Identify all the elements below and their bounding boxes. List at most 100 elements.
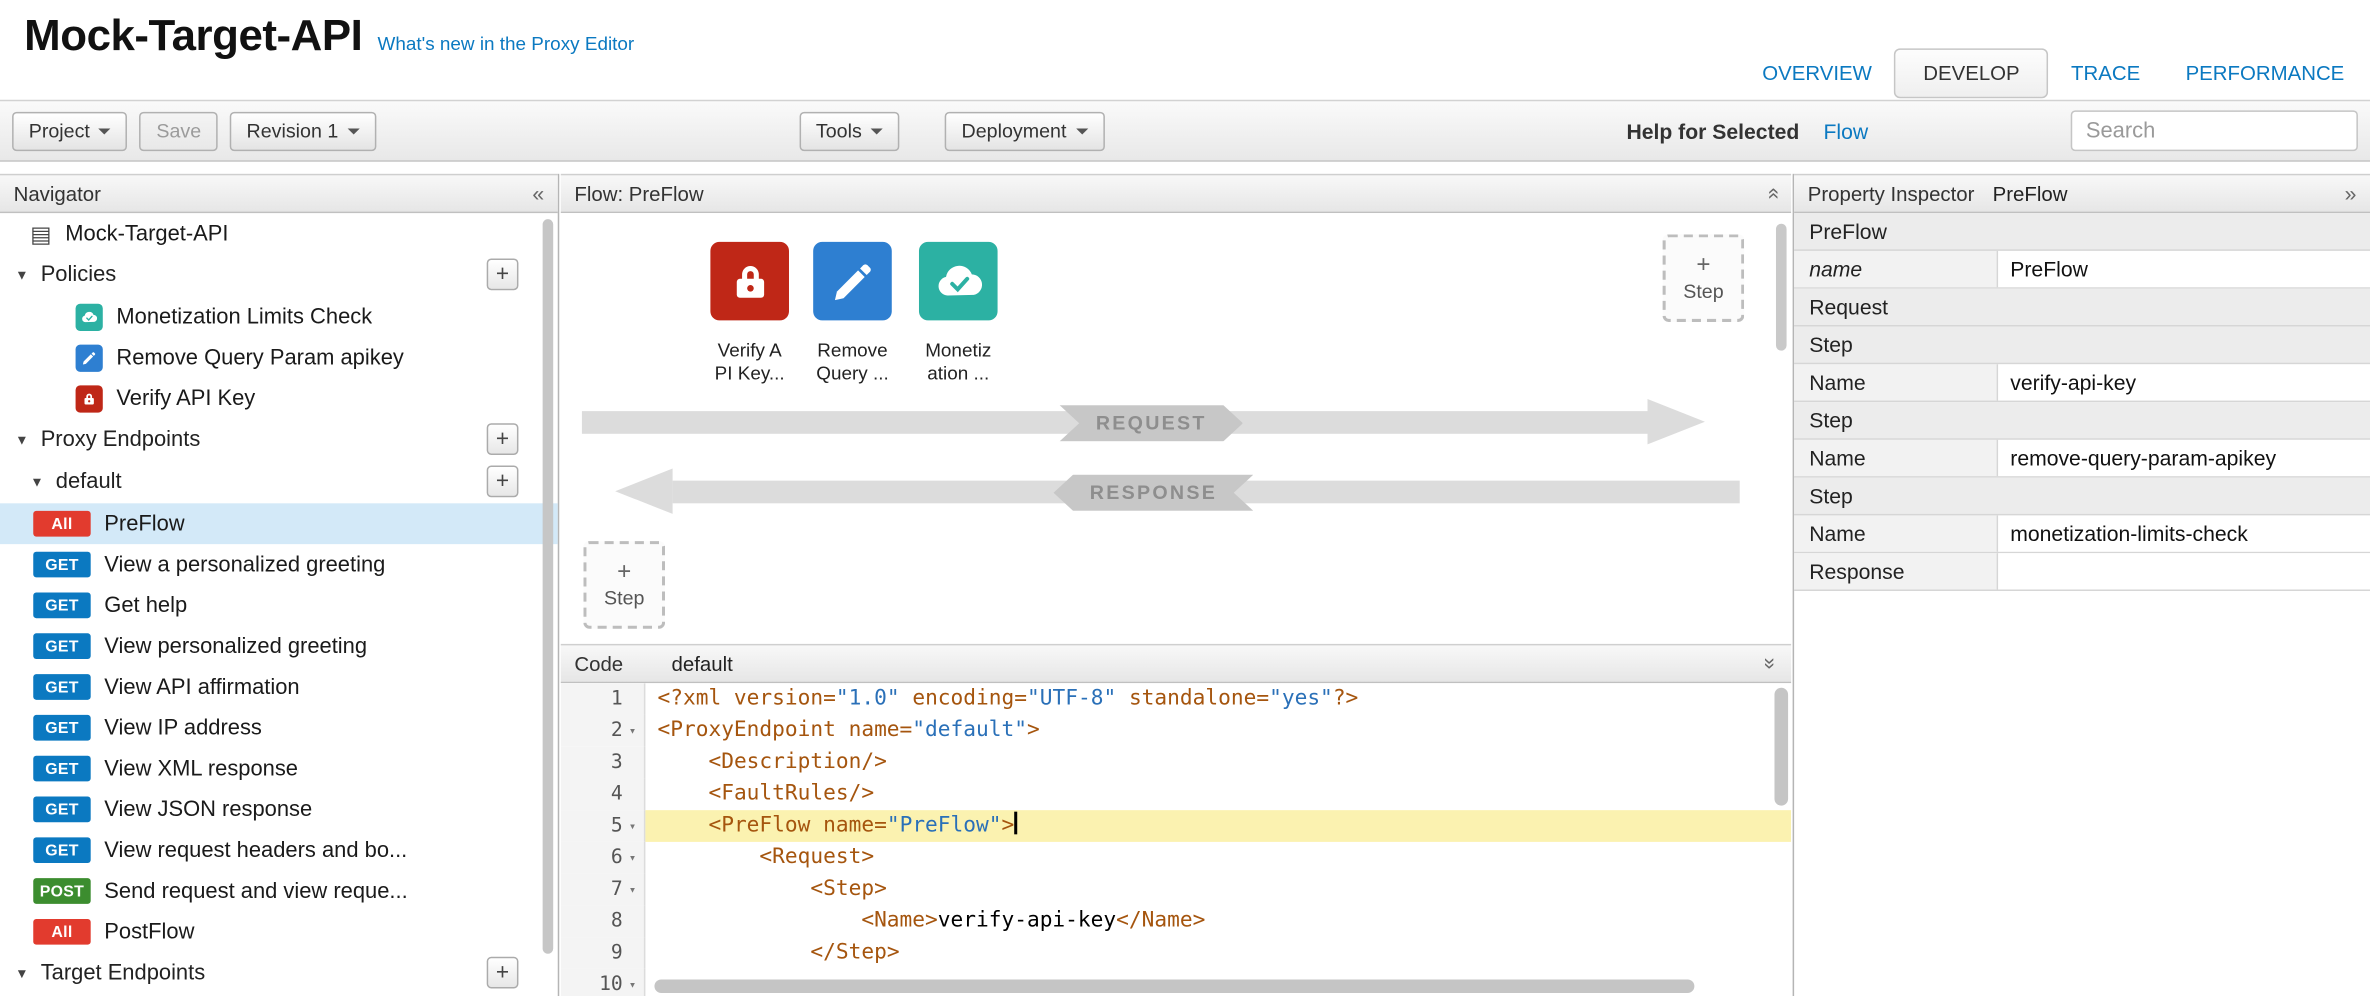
flow-policy-lock[interactable]: Verify API Key...: [692, 242, 807, 386]
text-cursor: [1014, 812, 1016, 835]
expand-code-icon[interactable]: »: [1761, 658, 1782, 670]
flow-scrollbar-thumb[interactable]: [1776, 224, 1787, 351]
code-line[interactable]: 9 </Step>: [561, 937, 1791, 969]
tools-button[interactable]: Tools: [799, 111, 899, 150]
tab-overview[interactable]: OVERVIEW: [1740, 50, 1895, 97]
project-button[interactable]: Project: [12, 111, 128, 150]
flow-item[interactable]: GETView IP address: [0, 707, 558, 748]
whats-new-link[interactable]: What's new in the Proxy Editor: [378, 33, 635, 54]
code-target-label[interactable]: default: [672, 652, 733, 675]
inspector-field-value[interactable]: PreFlow: [1998, 251, 2370, 287]
code-line[interactable]: 5▾ <PreFlow name="PreFlow">: [561, 810, 1791, 842]
inspector-field-label: Name: [1794, 364, 1998, 400]
flow-policy-pencil[interactable]: RemoveQuery ...: [795, 242, 910, 386]
flow-item[interactable]: AllPostFlow: [0, 911, 558, 952]
flow-item[interactable]: GETView a personalized greeting: [0, 544, 558, 585]
line-gutter: 9: [561, 937, 646, 969]
code-token: <Step>: [810, 877, 886, 901]
code-line[interactable]: 2▾<ProxyEndpoint name="default">: [561, 715, 1791, 747]
revision-button[interactable]: Revision 1: [230, 111, 376, 150]
code-vscrollbar-thumb[interactable]: [1774, 688, 1788, 806]
fold-toggle-icon[interactable]: ▾: [624, 715, 641, 747]
page-title: Mock-Target-API: [24, 12, 362, 62]
code-line[interactable]: 6▾ <Request>: [561, 842, 1791, 874]
policy-item[interactable]: Remove Query Param apikey: [0, 337, 558, 378]
pencil-icon: [76, 344, 103, 371]
code-header: Code default »: [561, 644, 1791, 683]
add-step-request-button[interactable]: + Step: [1663, 234, 1745, 322]
deployment-button[interactable]: Deployment: [945, 111, 1104, 150]
flow-item[interactable]: GETView API affirmation: [0, 667, 558, 708]
policy-item[interactable]: Monetization Limits Check: [0, 296, 558, 337]
code-line[interactable]: 3 <Description/>: [561, 747, 1791, 779]
get-badge: GET: [33, 674, 90, 700]
nav-root-item[interactable]: ▤ Mock-Target-API: [0, 213, 558, 254]
help-flow-link[interactable]: Flow: [1824, 119, 1869, 143]
code-line[interactable]: 7▾ <Step>: [561, 874, 1791, 906]
policies-section-header[interactable]: ▼ Policies +: [0, 254, 558, 296]
target-endpoints-section-header[interactable]: ▼ Target Endpoints +: [0, 952, 558, 994]
code-token: ?>: [1333, 686, 1358, 710]
flow-item[interactable]: AllPreFlow: [0, 503, 558, 544]
fold-toggle-icon[interactable]: ▾: [624, 810, 641, 842]
policy-item[interactable]: Verify API Key: [0, 378, 558, 419]
code-line[interactable]: 8 <Name>verify-api-key</Name>: [561, 905, 1791, 937]
code-token: <?xml version=: [657, 686, 835, 710]
fold-toggle-icon[interactable]: ▾: [624, 842, 641, 874]
code-token: [657, 845, 759, 869]
flow-item[interactable]: GETView XML response: [0, 748, 558, 789]
flow-policy-cloud-check[interactable]: Monetization ...: [901, 242, 1016, 386]
fold-toggle-icon[interactable]: ▾: [624, 969, 641, 996]
search-input[interactable]: [2071, 110, 2358, 151]
get-badge: GET: [33, 552, 90, 578]
add-target-endpoint-button[interactable]: +: [487, 957, 519, 989]
cloud-check-icon: [919, 242, 998, 321]
inspector-field-value[interactable]: monetization-limits-check: [1998, 515, 2370, 551]
code-line[interactable]: 4 <FaultRules/>: [561, 778, 1791, 810]
code-title: Code: [574, 652, 623, 675]
save-button[interactable]: Save: [140, 111, 218, 150]
code-line[interactable]: 1<?xml version="1.0" encoding="UTF-8" st…: [561, 683, 1791, 715]
get-badge: GET: [33, 756, 90, 782]
flow-item[interactable]: GETView request headers and bo...: [0, 830, 558, 871]
get-badge: GET: [33, 797, 90, 823]
code-token: <PreFlow name=: [708, 813, 886, 837]
fold-toggle-icon[interactable]: ▾: [624, 874, 641, 906]
code-editor[interactable]: 1<?xml version="1.0" encoding="UTF-8" st…: [561, 683, 1791, 996]
expand-inspector-icon[interactable]: »: [2345, 183, 2357, 204]
add-step-response-button[interactable]: + Step: [583, 541, 665, 629]
add-proxy-endpoint-button[interactable]: +: [487, 423, 519, 455]
flow-item-label: Get help: [104, 593, 187, 617]
flow-item[interactable]: GETView JSON response: [0, 789, 558, 830]
inspector-field-value[interactable]: [1998, 553, 2370, 589]
flow-item-label: Send request and view reque...: [104, 879, 407, 903]
tab-trace[interactable]: TRACE: [2048, 50, 2163, 97]
flow-item[interactable]: GETView personalized greeting: [0, 626, 558, 667]
collapse-flow-icon[interactable]: »: [1761, 188, 1782, 200]
tab-performance[interactable]: PERFORMANCE: [2163, 50, 2367, 97]
tab-develop[interactable]: DEVELOP: [1895, 48, 2049, 98]
navigator-scrollbar-thumb[interactable]: [543, 219, 554, 954]
proxy-group-default[interactable]: ▼ default +: [0, 461, 558, 503]
dropdown-caret-icon: [347, 128, 359, 134]
proxy-endpoints-section-header[interactable]: ▼ Proxy Endpoints +: [0, 419, 558, 461]
add-flow-button[interactable]: +: [487, 466, 519, 498]
flow-policy-label-line: Remove: [816, 340, 888, 363]
flow-item[interactable]: GETGet help: [0, 585, 558, 626]
flow-policy-label: Verify API Key...: [715, 340, 785, 385]
flow-item[interactable]: POSTSend request and view reque...: [0, 871, 558, 912]
flow-item-label: View personalized greeting: [104, 634, 367, 658]
code-token: encoding=: [900, 686, 1027, 710]
code-token: >: [1027, 718, 1040, 742]
code-hscrollbar-thumb[interactable]: [654, 979, 1694, 993]
inspector-field-value[interactable]: remove-query-param-apikey: [1998, 440, 2370, 476]
add-policy-button[interactable]: +: [487, 258, 519, 290]
line-gutter: 5▾: [561, 810, 646, 842]
toolbar: Project Save Revision 1 Tools Deployment…: [0, 100, 2370, 162]
inspector-field-value[interactable]: verify-api-key: [1998, 364, 2370, 400]
main-tabs: OVERVIEWDEVELOPTRACEPERFORMANCE: [1740, 48, 2367, 98]
target-endpoints-section-label: Target Endpoints: [41, 961, 205, 985]
collapse-navigator-icon[interactable]: «: [532, 183, 544, 204]
proxy-group-label: default: [56, 470, 122, 494]
code-token: <Name>: [861, 908, 937, 932]
